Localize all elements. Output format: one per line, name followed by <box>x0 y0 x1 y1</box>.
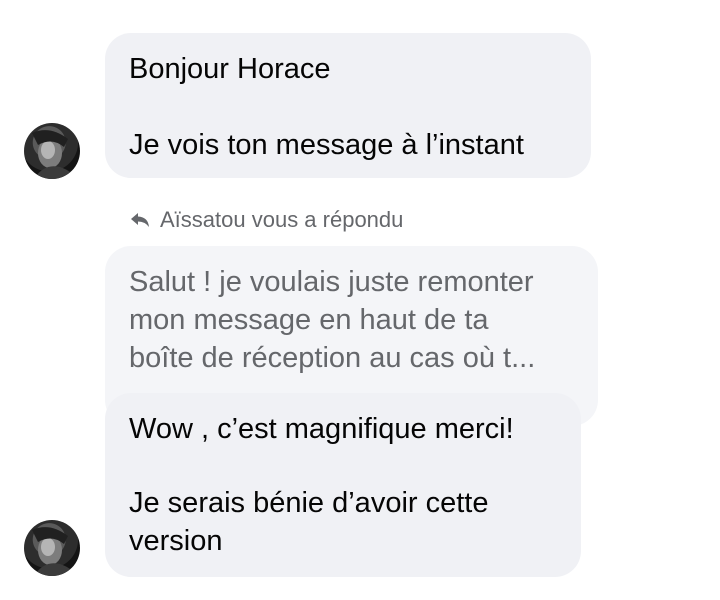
chat-screen: Bonjour Horace Je vois ton message à l’i… <box>0 0 720 600</box>
message-bubble-2[interactable]: Wow , c’est magnifique merci! Je serais … <box>105 393 581 577</box>
message-line <box>129 448 557 484</box>
message-line: Je vois ton message à l’instant <box>129 129 524 161</box>
user-avatar-icon[interactable] <box>24 520 80 576</box>
reply-arrow-icon <box>130 212 150 228</box>
message-line <box>129 88 567 126</box>
message-line: version <box>129 525 223 557</box>
quoted-line: Salut ! je voulais juste remonter <box>129 266 534 298</box>
avatar-portrait <box>32 527 76 576</box>
message-line: Wow , c’est magnifique merci! <box>129 413 514 445</box>
message-bubble-1[interactable]: Bonjour Horace Je vois ton message à l’i… <box>105 33 591 178</box>
reply-indicator: Aïssatou vous a répondu <box>130 206 403 234</box>
message-line: Je serais bénie d’avoir cette <box>129 487 489 519</box>
message-line: Bonjour Horace <box>129 53 331 85</box>
avatar-portrait <box>32 130 76 179</box>
quoted-line: mon message en haut de ta <box>129 304 489 336</box>
quoted-line: boîte de réception au cas où t... <box>129 342 536 374</box>
previous-message-fragment <box>440 0 480 2</box>
reply-indicator-text: Aïssatou vous a répondu <box>160 207 404 232</box>
user-avatar-icon[interactable] <box>24 123 80 179</box>
